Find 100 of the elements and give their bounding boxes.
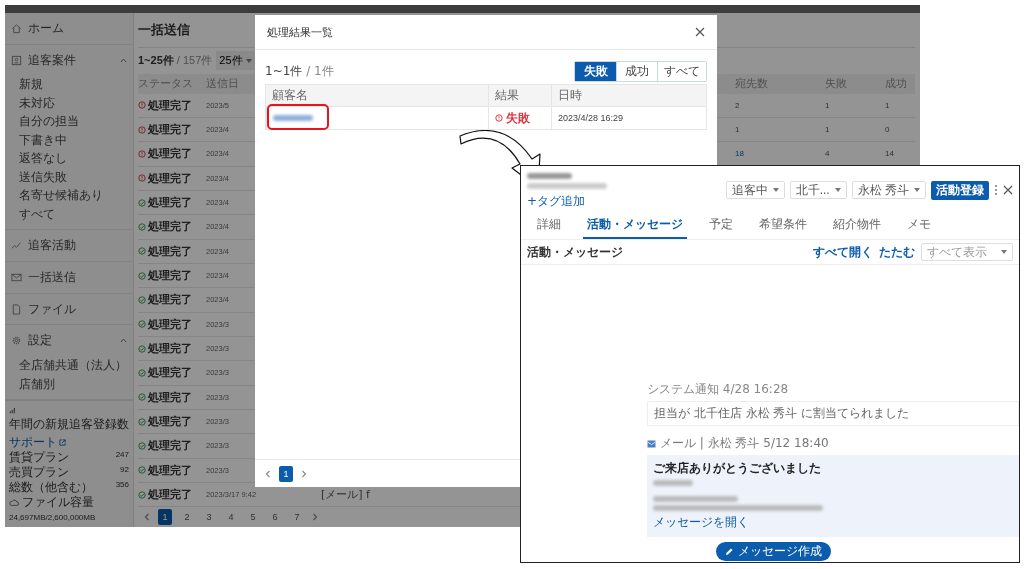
- home-icon: [11, 22, 22, 34]
- check-circle-icon: [138, 368, 146, 377]
- status-text: 処理完了: [148, 219, 192, 235]
- expand-all-link[interactable]: すべて開く: [813, 243, 873, 261]
- check-circle-icon: [138, 247, 146, 256]
- notice-header: システム通知 4/28 16:28: [647, 381, 790, 398]
- nav-subitem[interactable]: すべて: [19, 204, 133, 224]
- close-icon[interactable]: [1003, 185, 1013, 195]
- tab[interactable]: 詳細: [533, 213, 565, 239]
- nav-subitem[interactable]: 送信失敗: [19, 167, 133, 187]
- column-header: 成功: [885, 76, 907, 92]
- column-header: 結果: [488, 85, 551, 106]
- check-circle-icon: [138, 417, 146, 426]
- nav-subitem[interactable]: 返答なし: [19, 149, 133, 168]
- error-icon: [138, 174, 146, 183]
- stat-value: 247: [115, 450, 129, 462]
- nav-subitem[interactable]: 新規: [19, 75, 133, 94]
- stats-title: 年間の新規追客登録数: [9, 417, 129, 433]
- caret-icon[interactable]: [120, 338, 127, 344]
- collapse-link[interactable]: たたむ: [879, 243, 915, 261]
- cloud-icon: [9, 499, 19, 507]
- error-icon: [495, 114, 503, 122]
- close-icon[interactable]: [695, 27, 705, 37]
- nav-subitem[interactable]: 未対応: [19, 93, 133, 113]
- tab[interactable]: 活動・メッセージ: [583, 213, 687, 239]
- chevron-left-icon[interactable]: [144, 513, 150, 522]
- page-button[interactable]: 5: [246, 509, 260, 526]
- nav-label: ホーム: [28, 19, 64, 37]
- blurred-text: [527, 173, 572, 179]
- dropdown[interactable]: 永松 秀斗: [851, 181, 926, 199]
- tab[interactable]: 紹介物件: [829, 213, 885, 239]
- chevron-left-icon[interactable]: [265, 469, 271, 478]
- nav-subitem[interactable]: 名寄せ候補あり: [19, 186, 133, 205]
- stat-label: 賃貸プラン: [9, 450, 69, 466]
- check-circle-icon: [138, 271, 146, 280]
- nav-item[interactable]: 一括送信: [5, 262, 133, 294]
- support-link[interactable]: サポート: [9, 435, 66, 451]
- caret-icon: [834, 188, 841, 192]
- blurred-text: [653, 480, 693, 486]
- error-icon: [138, 125, 146, 134]
- nav-item[interactable]: ファイル: [5, 293, 133, 326]
- nav-subitem[interactable]: 全店舗共通（法人）: [19, 356, 133, 375]
- status-text: 処理完了: [148, 195, 192, 211]
- bar-chart-icon: [9, 406, 17, 415]
- result-text: 失敗: [506, 109, 530, 127]
- recipients-link[interactable]: 18: [735, 149, 744, 159]
- table-cell: 1: [825, 125, 830, 134]
- column-header: 顧客名: [266, 85, 488, 106]
- page-size-select[interactable]: 25件: [216, 51, 255, 71]
- stat-value: 356: [115, 480, 129, 492]
- filter-tab[interactable]: すべて: [657, 61, 706, 81]
- nav-item[interactable]: ホーム: [5, 13, 133, 45]
- check-circle-icon: [138, 466, 146, 475]
- check-circle-icon: [138, 198, 146, 207]
- table-cell: [メール] f: [321, 487, 370, 503]
- nav-subitem[interactable]: 下書き中: [19, 130, 133, 150]
- page-button[interactable]: 4: [224, 509, 238, 526]
- filter-tab[interactable]: 失敗: [575, 61, 616, 81]
- error-icon: [138, 101, 146, 110]
- page-button[interactable]: 7: [290, 509, 304, 526]
- page-button[interactable]: 3: [202, 509, 216, 526]
- nav-subitem[interactable]: 店舗別: [19, 374, 133, 394]
- column-header: 日時: [551, 85, 706, 106]
- add-tag-link[interactable]: +タグ追加: [527, 193, 607, 210]
- page-button[interactable]: 2: [180, 509, 194, 526]
- chevron-right-icon[interactable]: [301, 469, 307, 478]
- filter-dropdown[interactable]: すべて表示: [921, 243, 1013, 261]
- nav-group[interactable]: 追客案件: [5, 44, 133, 76]
- nav-label: 一括送信: [28, 268, 76, 286]
- status-text: 処理完了: [148, 122, 192, 137]
- check-circle-icon: [138, 222, 146, 231]
- tab[interactable]: メモ: [903, 213, 935, 239]
- nav-group[interactable]: 設定: [5, 325, 133, 357]
- chevron-right-icon[interactable]: [312, 513, 318, 522]
- open-message-link[interactable]: メッセージを開く: [653, 514, 1013, 531]
- page-button[interactable]: 6: [268, 509, 282, 526]
- caret-icon[interactable]: [120, 57, 127, 63]
- nav-subitem[interactable]: 自分の担当: [19, 112, 133, 131]
- tab[interactable]: 予定: [705, 213, 737, 239]
- dropdown[interactable]: 北千...: [789, 181, 847, 199]
- compose-message-button[interactable]: メッセージ作成: [715, 542, 831, 561]
- page-button[interactable]: 1: [158, 509, 172, 526]
- register-activity-button[interactable]: 活動登録: [931, 180, 989, 200]
- nav-item[interactable]: 追客活動: [5, 230, 133, 262]
- status-text: 処理完了: [148, 268, 192, 284]
- page-button[interactable]: 1: [279, 465, 293, 482]
- message-subject: ご来店ありがとうございました: [653, 460, 822, 477]
- more-icon[interactable]: [994, 184, 998, 196]
- table-cell: 4: [825, 149, 830, 159]
- storage-label: ファイル容量: [22, 495, 94, 511]
- table-cell: 2023/4/28 16:29: [558, 113, 624, 123]
- status-text: 処理完了: [148, 341, 192, 357]
- dialog-title: 処理結果一覧: [267, 24, 333, 40]
- status-text: 処理完了: [148, 292, 192, 308]
- table-cell: 2: [735, 100, 740, 110]
- dropdown[interactable]: 追客中: [725, 181, 785, 199]
- status-text: 処理完了: [148, 414, 192, 430]
- status-text: 処理完了: [148, 365, 192, 381]
- tab[interactable]: 希望条件: [755, 213, 811, 239]
- stat-label: 売買プラン: [9, 465, 69, 481]
